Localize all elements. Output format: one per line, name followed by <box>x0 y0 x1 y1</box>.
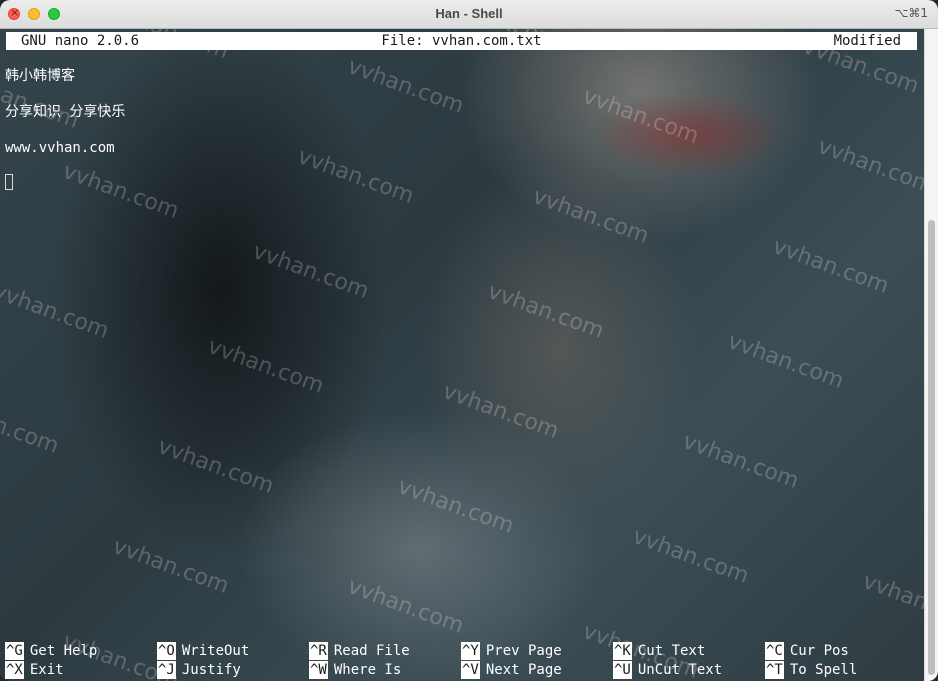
watermark: vvhan.com <box>0 278 113 345</box>
shortcut-key: ^C <box>765 642 784 660</box>
text-cursor <box>5 174 13 190</box>
shortcut-label: Justify <box>181 662 241 678</box>
shortcut-exit[interactable]: ^X Exit <box>5 661 64 679</box>
shortcut-writeout[interactable]: ^O WriteOut <box>157 642 249 660</box>
shortcut-label: WriteOut <box>181 643 250 659</box>
watermark: vvhan.com <box>249 238 373 305</box>
window-shortcut-hint: ⌥⌘1 <box>894 6 928 20</box>
text-line[interactable]: 分享知识 分享快乐 <box>5 103 125 121</box>
watermark: vvhan.com <box>629 523 753 590</box>
shortcut-justify[interactable]: ^J Justify <box>157 661 241 679</box>
watermark: vvhan.com <box>724 328 848 395</box>
shortcut-get-help[interactable]: ^G Get Help <box>5 642 97 660</box>
watermark: vvhan.com <box>679 428 803 495</box>
terminal-window: Han - Shell ⌥⌘1 vvhan.com vvhan.com vvha… <box>0 0 938 681</box>
shortcut-label: To Spell <box>789 662 858 678</box>
shortcut-key: ^R <box>309 642 328 660</box>
watermark: vvhan.com <box>814 133 924 200</box>
shortcut-key: ^G <box>5 642 24 660</box>
vertical-scrollbar[interactable] <box>924 29 938 681</box>
shortcut-label: Get Help <box>29 643 98 659</box>
watermark: vvhan.com <box>294 143 418 210</box>
shortcut-read-file[interactable]: ^R Read File <box>309 642 410 660</box>
watermark: vvhan.com <box>859 568 924 635</box>
shortcut-label: Cut Text <box>637 643 706 659</box>
nano-file-name: File: vvhan.com.txt <box>381 33 542 49</box>
watermark: vvhan.com <box>439 378 563 445</box>
shortcut-label: Cur Pos <box>789 643 849 659</box>
watermark: vvhan.com <box>394 473 518 540</box>
shortcut-label: Next Page <box>485 662 562 678</box>
text-line[interactable]: 韩小韩博客 <box>5 67 75 85</box>
watermark: vvhan.com <box>529 183 653 250</box>
shortcut-key: ^X <box>5 661 24 679</box>
watermark: vvhan.com <box>204 333 328 400</box>
shortcut-key: ^Y <box>461 642 480 660</box>
shortcut-cut-text[interactable]: ^K Cut Text <box>613 642 705 660</box>
shortcut-key: ^K <box>613 642 632 660</box>
shortcut-key: ^O <box>157 642 176 660</box>
watermark-layer: vvhan.com vvhan.com vvhan.com vvhan.com … <box>0 29 924 681</box>
nano-shortcut-bar: ^G Get Help ^O WriteOut ^R Read File ^Y Prev… <box>5 642 917 681</box>
shortcut-label: Where Is <box>333 662 402 678</box>
shortcut-key: ^T <box>765 661 784 679</box>
watermark: vvhan.com <box>154 433 278 500</box>
watermark: vvhan.com <box>59 158 183 225</box>
window-title: Han - Shell <box>435 6 503 21</box>
shortcut-key: ^J <box>157 661 176 679</box>
shortcut-label: UnCut Text <box>637 662 723 678</box>
shortcut-next-page[interactable]: ^V Next Page <box>461 661 562 679</box>
nano-modified-status: Modified <box>833 33 901 49</box>
shortcut-to-spell[interactable]: ^T To Spell <box>765 661 857 679</box>
watermark: vvhan.com <box>344 53 468 120</box>
watermark: vvhan.com <box>109 533 233 600</box>
shortcut-key: ^U <box>613 661 632 679</box>
shortcut-where-is[interactable]: ^W Where Is <box>309 661 401 679</box>
watermark: vvhan.com <box>0 393 63 460</box>
scrollbar-thumb[interactable] <box>928 220 935 675</box>
shortcut-prev-page[interactable]: ^Y Prev Page <box>461 642 562 660</box>
watermark: vvhan.com <box>769 233 893 300</box>
shortcut-label: Exit <box>29 662 64 678</box>
shortcut-uncut-text[interactable]: ^U UnCut Text <box>613 661 722 679</box>
watermark: vvhan.com <box>484 278 608 345</box>
shortcut-label: Read File <box>333 643 410 659</box>
text-line[interactable]: www.vvhan.com <box>5 139 115 157</box>
watermark: vvhan.com <box>579 83 703 150</box>
title-bar[interactable]: Han - Shell ⌥⌘1 <box>0 0 938 29</box>
nano-header-bar: GNU nano 2.0.6 File: vvhan.com.txt Modif… <box>6 32 917 50</box>
shortcut-label: Prev Page <box>485 643 562 659</box>
shortcut-key: ^W <box>309 661 328 679</box>
watermark: vvhan.com <box>344 573 468 640</box>
shortcut-cur-pos[interactable]: ^C Cur Pos <box>765 642 849 660</box>
terminal-content[interactable]: vvhan.com vvhan.com vvhan.com vvhan.com … <box>0 29 924 681</box>
shortcut-key: ^V <box>461 661 480 679</box>
